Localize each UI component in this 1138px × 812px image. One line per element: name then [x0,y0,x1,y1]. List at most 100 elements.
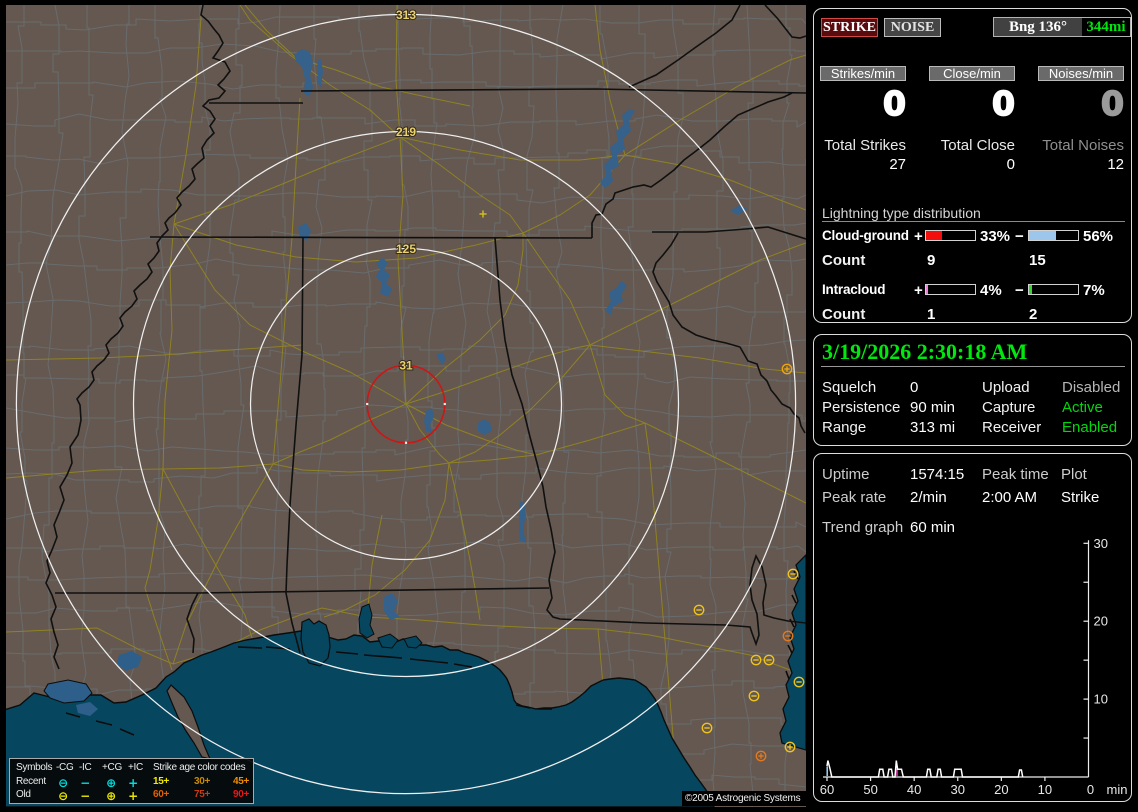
copyright-bar: ©2005 Astrogenic Systems [682,791,806,806]
strikes-column: Strikes/min 0 Total Strikes 27 [820,66,907,176]
symbol-legend: Symbols -CG -IC +CG +IC Strike age color… [9,758,254,804]
peak-rate-label: Peak rate [822,489,887,506]
noises-column: Noises/min 0 Total Noises 12 [1038,66,1125,176]
legend-symbol: + [128,789,138,803]
intracloud-row: Intracloud + 4% − 7% [814,282,1131,299]
trend-window-value[interactable]: 60 min [910,519,955,536]
legend-symbol: ⊖ [58,789,68,803]
count-label: Count [822,306,866,323]
strike-button[interactable]: STRIKE [821,18,878,37]
minus-sign: − [1015,228,1024,245]
svg-text:313: 313 [396,8,416,22]
persistence-label: Persistence [822,399,901,416]
distribution-rule [822,221,1125,222]
svg-text:20: 20 [1094,614,1108,629]
legend-age: 75+ [193,789,211,800]
svg-text:10: 10 [1038,782,1052,797]
cg-plus-bar [925,230,976,241]
legend-age-title: Strike age color codes [153,762,246,773]
cg-plus-pct: 33% [980,228,1011,245]
legend-symbol: ⊕ [106,775,116,790]
svg-text:30: 30 [951,782,965,797]
close-per-min-chip[interactable]: Close/min [929,66,1015,81]
cloud-ground-row: Cloud-ground + 33% − 56% [814,228,1131,245]
lightning-map[interactable]: 313 219 125 31 Symbols -CG -IC +CG +IC Stri… [6,5,806,807]
total-close-value: 0 [1006,156,1015,173]
total-noises-label: Total Noises [1042,137,1124,154]
total-close-label: Total Close [940,137,1015,154]
svg-text:219: 219 [396,125,416,139]
legend-symbol: − [80,775,90,790]
legend-header-ncg: -CG [56,762,74,773]
tn-south-border [149,236,593,239]
legend-header-pcg: +CG [102,762,122,773]
total-strikes-value: 27 [889,156,906,173]
bearing-value: Bng 136° [994,18,1082,36]
legend-age: 15+ [152,775,170,787]
strikes-per-min-chip[interactable]: Strikes/min [820,66,906,81]
legend-row-label: Old [16,789,31,800]
svg-text:0: 0 [1087,782,1094,797]
legend-header-pic: +IC [128,762,143,773]
capture-label: Capture [982,399,1036,416]
svg-text:30: 30 [1094,536,1108,551]
legend-symbol: + [128,775,138,790]
trend-graph: 10 20 30 60 50 40 30 20 10 0 min [820,536,1128,797]
range-value: 313 mi [910,419,956,436]
cg-minus-bar [1028,230,1079,241]
minus-sign: − [1015,282,1024,299]
plot-value: Strike [1061,489,1100,506]
clock: 3/19/2026 2:30:18 AM [822,339,1028,364]
capture-value: Active [1062,399,1103,416]
squelch-label: Squelch [822,379,877,396]
plus-sign: + [914,282,923,299]
peak-rate-value: 2/min [910,489,947,506]
noise-button[interactable]: NOISE [884,18,941,37]
cg-minus-count: 15 [1029,252,1046,269]
ic-minus-pct: 7% [1083,282,1105,299]
svg-text:60: 60 [820,782,834,797]
legend-age: 30+ [193,775,211,787]
ic-plus-bar [925,284,976,295]
upload-value: Disabled [1062,379,1121,396]
legend-symbol: − [80,789,90,803]
ic-minus-count: 2 [1029,306,1038,323]
total-noises-value: 12 [1107,156,1124,173]
uptime-value: 1574:15 [910,466,965,483]
cloud-ground-label: Cloud-ground [822,228,909,243]
peak-time-value: 2:00 AM [982,489,1038,506]
bearing-range-indicator: Bng 136° 344mi [993,17,1131,37]
trend-panel: 10 20 30 60 50 40 30 20 10 0 min Uptime 1574:15 Pe… [813,453,1132,802]
plus-sign: + [914,228,923,245]
count-label: Count [822,252,866,269]
trend-graph-label: Trend graph [822,519,904,536]
svg-text:125: 125 [396,242,416,256]
intracloud-label: Intracloud [822,282,886,297]
cloud-ground-count-row: Count 9 15 [814,252,1131,269]
ic-minus-bar [1028,284,1079,295]
svg-text:40: 40 [907,782,921,797]
uptime-label: Uptime [822,466,870,483]
upload-label: Upload [982,379,1030,396]
svg-text:min: min [1107,782,1128,797]
legend-age: 45+ [232,775,250,787]
svg-text:10: 10 [1094,692,1108,707]
ic-plus-count: 1 [927,306,936,323]
legend-symbol: ⊖ [58,775,68,790]
distribution-title: Lightning type distribution [822,205,981,221]
receiver-label: Receiver [982,419,1042,436]
noises-per-min-chip[interactable]: Noises/min [1038,66,1124,81]
legend-age: 90+ [232,789,250,800]
range-value: 344mi [1082,18,1130,36]
noises-per-min-value: 0 [1100,83,1125,124]
strikes-per-min-value: 0 [882,83,907,124]
intracloud-count-row: Count 1 2 [814,306,1131,323]
legend-header-nic: -IC [79,762,92,773]
range-label: Range [822,419,867,436]
legend-header-symbols: Symbols [16,762,53,773]
persistence-value: 90 min [910,399,956,416]
nexstorm-window: 313 219 125 31 Symbols -CG -IC +CG +IC Stri… [0,0,1138,812]
peak-time-label: Peak time [982,466,1049,483]
plot-label: Plot [1061,466,1087,483]
ic-plus-pct: 4% [980,282,1002,299]
